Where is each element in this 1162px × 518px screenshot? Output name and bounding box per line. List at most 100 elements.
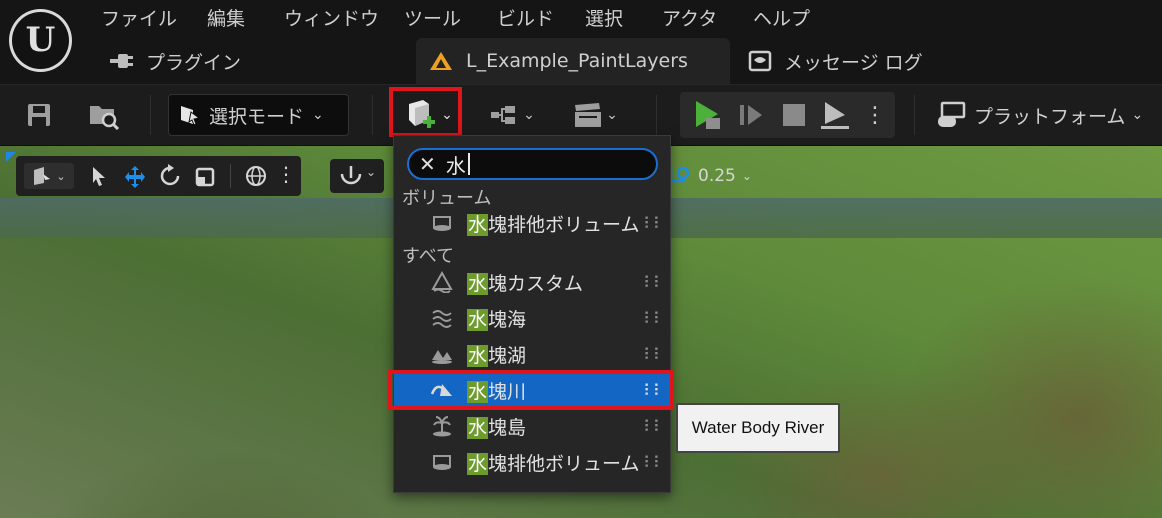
menu-window[interactable]: ウィンドウ <box>284 4 379 31</box>
select-arrow-icon[interactable] <box>90 165 108 187</box>
chevron-down-icon: ⌄ <box>366 165 377 179</box>
list-item-label: 水塊湖 <box>467 341 526 368</box>
step-icon <box>740 105 762 125</box>
save-button[interactable] <box>22 94 56 136</box>
rotate-icon[interactable] <box>158 164 182 188</box>
toolbar-divider <box>656 95 657 135</box>
stop-button[interactable] <box>780 94 808 136</box>
move-icon[interactable] <box>122 164 148 190</box>
menu-file[interactable]: ファイル <box>101 4 177 31</box>
list-item-water-body-custom[interactable]: 水塊カスタム ⠇⠇ <box>394 264 670 300</box>
list-item-text: 塊島 <box>488 416 527 439</box>
drag-handle-icon[interactable]: ⠇⠇ <box>643 453 664 472</box>
search-match: 水 <box>467 452 489 475</box>
list-item-text: 塊排他ボリューム <box>488 213 640 236</box>
step-button[interactable] <box>736 94 766 136</box>
list-item-label: 水塊排他ボリューム <box>467 449 639 476</box>
play-controls: ⋮ <box>680 92 895 138</box>
list-item-water-body-island[interactable]: 水塊島 ⠇⠇ <box>394 408 670 444</box>
globe-icon[interactable] <box>244 164 268 188</box>
tab-plugins[interactable]: プラグイン <box>108 38 241 84</box>
tab-message-log[interactable]: メッセージ ログ <box>748 38 923 84</box>
drag-handle-icon[interactable]: ⠇⠇ <box>643 273 664 292</box>
chevron-down-icon: ⌄ <box>523 107 535 123</box>
text-cursor <box>467 153 470 175</box>
tab-plugins-label: プラグイン <box>146 51 242 74</box>
search-match: 水 <box>467 272 489 295</box>
viewport-options-button[interactable]: ⌄ <box>24 163 74 189</box>
search-box[interactable]: ✕ 水 <box>407 148 658 180</box>
scale-snap-icon <box>669 166 690 183</box>
list-item-text: 塊カスタム <box>488 272 584 295</box>
level-icon <box>430 52 452 70</box>
menu-tools[interactable]: ツール <box>404 4 461 31</box>
tab-message-log-label: メッセージ ログ <box>784 51 923 74</box>
browse-button[interactable] <box>86 94 122 136</box>
viewport-toolbar: ⌄ ⋮ <box>16 156 301 196</box>
tooltip-text: Water Body River <box>691 418 825 437</box>
select-mode-icon <box>181 106 201 126</box>
menu-help[interactable]: ヘルプ <box>753 4 810 31</box>
list-item-text: 塊排他ボリューム <box>488 452 640 475</box>
lake-icon <box>430 342 454 366</box>
place-actors-menu: ✕ 水 ボリューム 水塊排他ボリューム ⠇⠇ すべて 水塊カスタム ⠇⠇ 水塊海… <box>393 135 671 493</box>
plug-icon <box>110 54 133 68</box>
list-item-label: 水塊海 <box>467 305 526 332</box>
search-input[interactable]: 水 <box>446 150 466 179</box>
clear-search-icon[interactable]: ✕ <box>419 152 436 176</box>
mode-select-dropdown[interactable]: 選択モード ⌄ <box>168 94 349 136</box>
blueprint-button[interactable]: ⌄ <box>484 94 540 136</box>
list-item-text: 塊湖 <box>488 344 527 367</box>
drag-handle-icon[interactable]: ⠇⠇ <box>643 417 664 436</box>
drag-handle-icon[interactable]: ⠇⠇ <box>643 309 664 328</box>
clapperboard-icon <box>575 103 602 127</box>
list-item-water-body-exclusion-volume[interactable]: 水塊排他ボリューム ⠇⠇ <box>394 205 670 241</box>
list-item-water-body-exclusion-volume[interactable]: 水塊排他ボリューム ⠇⠇ <box>394 444 670 480</box>
chevron-down-icon: ⌄ <box>1131 107 1144 123</box>
platforms-dropdown[interactable]: プラットフォーム ⌄ <box>936 94 1143 136</box>
blueprint-icon <box>491 106 516 124</box>
menu-actor[interactable]: アクタ <box>662 4 717 31</box>
menu-edit[interactable]: 編集 <box>207 4 245 31</box>
scale-icon[interactable] <box>194 164 218 188</box>
chevron-down-icon: ⌄ <box>606 107 618 123</box>
tooltip: Water Body River <box>676 403 840 453</box>
menu-build[interactable]: ビルド <box>497 4 554 31</box>
menu-select[interactable]: 選択 <box>585 4 623 31</box>
cinematics-button[interactable]: ⌄ <box>566 94 624 136</box>
drag-handle-icon[interactable]: ⠇⠇ <box>643 214 664 233</box>
list-item-label: 水塊島 <box>467 413 526 440</box>
list-item-water-body-ocean[interactable]: 水塊海 ⠇⠇ <box>394 300 670 336</box>
kebab-menu-icon[interactable]: ⋮ <box>276 162 296 186</box>
tab-level[interactable]: L_Example_PaintLayers <box>416 38 730 84</box>
scale-snap-label: 0.25 <box>698 166 736 186</box>
list-item-water-body-lake[interactable]: 水塊湖 ⠇⠇ <box>394 336 670 372</box>
chevron-down-icon: ⌄ <box>741 169 752 183</box>
unreal-logo[interactable]: U <box>9 9 72 72</box>
eject-icon <box>821 102 849 129</box>
play-button[interactable] <box>688 94 726 136</box>
volume-icon <box>430 450 454 474</box>
play-options-button[interactable]: ⋮ <box>864 94 886 136</box>
message-log-icon <box>748 50 772 72</box>
list-item-label: 水塊カスタム <box>467 269 583 296</box>
folder-search-icon <box>90 106 120 130</box>
stop-icon <box>783 104 805 126</box>
mode-select-label: 選択モード <box>209 105 305 128</box>
platforms-icon <box>938 101 966 127</box>
drag-handle-icon[interactable]: ⠇⠇ <box>643 345 664 364</box>
logo-letter: U <box>12 12 69 69</box>
toolbar-divider <box>150 95 151 135</box>
search-match: 水 <box>467 344 489 367</box>
eject-button[interactable] <box>818 94 852 136</box>
list-item-label: 水塊排他ボリューム <box>467 210 639 237</box>
snap-icon <box>340 166 362 185</box>
island-icon <box>430 414 454 438</box>
play-icon <box>696 101 720 129</box>
scale-snap-value[interactable]: 0.25 ⌄ <box>668 159 760 193</box>
viewport-toolbar-divider <box>230 164 231 188</box>
surface-snap-button[interactable]: ⌄ <box>330 159 384 193</box>
waves-icon <box>430 306 454 330</box>
title-bar: U ファイル 編集 ウィンドウ ツール ビルド 選択 アクタ ヘルプ プラグイン… <box>0 0 1162 84</box>
viewport-focus-marker <box>6 152 16 162</box>
